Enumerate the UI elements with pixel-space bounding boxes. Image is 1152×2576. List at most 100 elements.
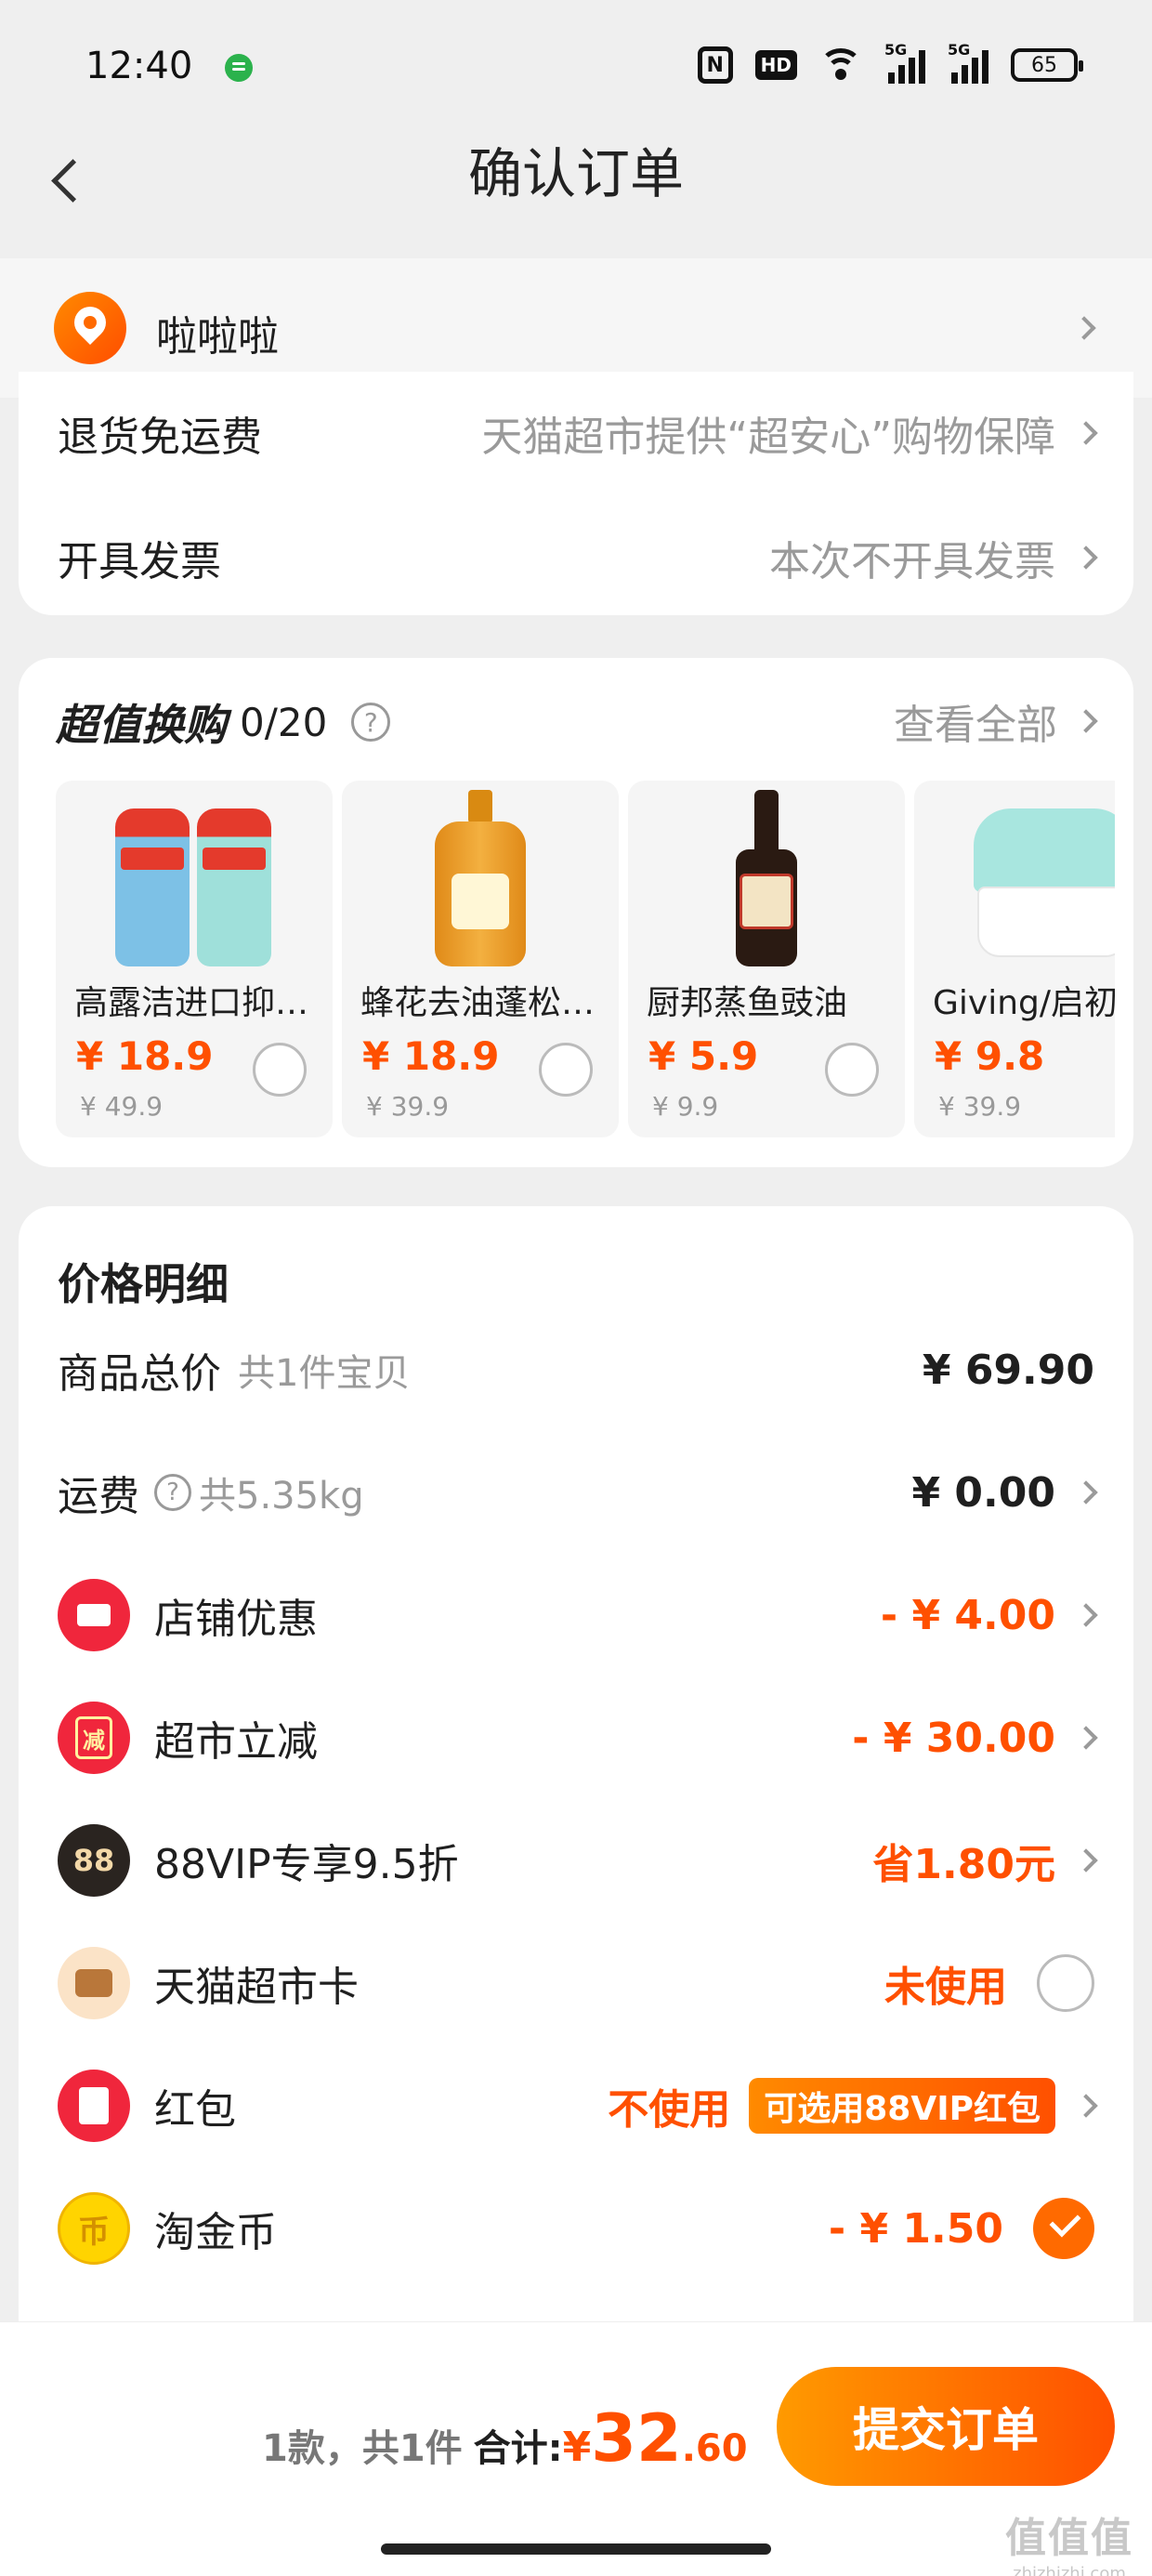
select-radio[interactable] — [253, 1043, 307, 1097]
product-name: Giving/启初 — [933, 984, 1115, 1022]
swap-product-card[interactable]: 厨邦蒸鱼豉油 ¥ 5.9 ¥ 9.9 — [628, 781, 905, 1137]
product-price: ¥ 18.9 — [362, 1033, 500, 1079]
return-shipping-label: 退货免运费 — [58, 414, 262, 461]
gold-coin-label: 淘金币 — [154, 2209, 277, 2256]
vip-88-icon: 88 — [58, 1824, 130, 1897]
product-price: ¥ 18.9 — [76, 1033, 214, 1079]
view-all-label: 查看全部 — [894, 702, 1057, 749]
gold-coin-amount: - ¥ 1.50 — [828, 2204, 1003, 2253]
goods-count: 共1件宝贝 — [238, 1352, 411, 1395]
shipping-row[interactable]: 运费 ? 共5.35kg ¥ 0.00 — [58, 1455, 1098, 1530]
order-summary: 1款，共1件 合计: ¥ 32 .60 — [262, 2400, 748, 2477]
status-icons: N HD 5G 5G 65 — [697, 41, 1083, 84]
shipping-weight: 共5.35kg — [199, 1475, 364, 1518]
market-cut-amount: - ¥ 30.00 — [852, 1714, 1055, 1762]
nfc-icon: N — [697, 46, 733, 84]
swap-product-list[interactable]: 高露洁进口抑菌漱口水 ¥ 18.9 ¥ 49.9 蜂花去油蓬松洗发露 ¥ 18.… — [56, 781, 1115, 1143]
reduce-badge-icon: 减 — [58, 1702, 130, 1774]
shop-discount-label: 店铺优惠 — [154, 1596, 318, 1643]
vip-red-packet-tag[interactable]: 可选用88VIP红包 — [749, 2078, 1055, 2134]
market-cut-row[interactable]: 减 超市立减 - ¥ 30.00 — [58, 1701, 1098, 1775]
chevron-right-icon — [1074, 709, 1098, 733]
red-packet-status: 不使用 — [608, 2086, 731, 2134]
service-card: 退货免运费 天猫超市提供“超安心”购物保障 开具发票 本次不开具发票 — [19, 372, 1133, 615]
vip-discount-label: 88VIP专享9.5折 — [154, 1841, 459, 1888]
invoice-row[interactable]: 开具发票 本次不开具发票 — [58, 530, 1098, 585]
product-original-price: ¥ 39.9 — [938, 1091, 1022, 1122]
chevron-right-icon — [1072, 316, 1096, 340]
product-original-price: ¥ 49.9 — [80, 1091, 164, 1122]
product-price: ¥ 9.8 — [935, 1033, 1045, 1079]
mouthwash-image — [106, 790, 282, 966]
product-price: ¥ 5.9 — [648, 1033, 759, 1079]
submit-order-button[interactable]: 提交订单 — [777, 2367, 1115, 2486]
chevron-right-icon — [1074, 1603, 1098, 1627]
shampoo-image — [429, 790, 531, 966]
battery-icon: 65 — [1011, 48, 1083, 82]
market-card-row[interactable]: 天猫超市卡 未使用 — [58, 1946, 1094, 2020]
baby-cream-image — [974, 790, 1115, 966]
swap-count: 0/20 — [240, 699, 328, 745]
soy-sauce-image — [734, 790, 799, 966]
red-packet-row[interactable]: 红包 不使用 可选用88VIP红包 — [58, 2069, 1098, 2143]
select-radio[interactable] — [825, 1043, 879, 1097]
swap-product-card[interactable]: 高露洁进口抑菌漱口水 ¥ 18.9 ¥ 49.9 — [56, 781, 333, 1137]
wifi-icon — [819, 46, 862, 84]
item-count: 1款，共1件 — [262, 2427, 463, 2470]
vip-discount-amount: 省1.80元 — [872, 1841, 1055, 1888]
help-icon[interactable]: ? — [154, 1474, 191, 1511]
chevron-right-icon — [1074, 545, 1098, 570]
product-name: 蜂花去油蓬松洗发露 — [360, 984, 609, 1022]
shop-discount-row[interactable]: 店铺优惠 - ¥ 4.00 — [58, 1578, 1098, 1652]
gift-card-icon — [58, 1947, 130, 2019]
status-time: 12:40 — [85, 45, 193, 87]
coupon-ticket-icon — [58, 1579, 130, 1651]
vip-discount-row[interactable]: 88 88VIP专享9.5折 省1.80元 — [58, 1823, 1098, 1898]
swap-deals-card: 超值换购 0/20 ? 查看全部 高露洁进口抑菌漱口水 ¥ 18.9 ¥ 49.… — [19, 658, 1133, 1167]
price-detail-title: 价格明细 — [58, 1259, 229, 1309]
checked-circle-icon[interactable] — [1033, 2198, 1094, 2259]
price-detail-card: 价格明细 商品总价 共1件宝贝 ¥ 69.90 运费 ? 共5.35kg ¥ 0… — [19, 1206, 1133, 2321]
market-cut-label: 超市立减 — [154, 1718, 318, 1766]
invoice-value: 本次不开具发票 — [769, 538, 1055, 585]
goods-total-amount: ¥ 69.90 — [922, 1346, 1094, 1394]
page-title: 确认订单 — [467, 142, 684, 205]
home-indicator[interactable] — [381, 2543, 771, 2555]
red-packet-icon — [58, 2070, 130, 2142]
location-pin-icon — [54, 292, 126, 364]
chevron-right-icon — [1074, 1726, 1098, 1750]
status-bar: 12:40 N HD 5G 5G 65 — [0, 0, 1152, 139]
goods-total-row: 商品总价 共1件宝贝 ¥ 69.90 — [58, 1333, 1094, 1407]
chevron-right-icon — [1074, 1848, 1098, 1873]
hd-voice-icon: HD — [754, 50, 797, 80]
red-packet-label: 红包 — [154, 2086, 236, 2134]
goods-total-label: 商品总价 — [58, 1350, 221, 1398]
currency-symbol: ¥ — [562, 2424, 592, 2471]
gold-coin-row[interactable]: 币 淘金币 - ¥ 1.50 — [58, 2191, 1094, 2266]
swap-title: 超值换购 — [56, 700, 227, 750]
market-card-status: 未使用 — [884, 1964, 1007, 2011]
chevron-right-icon — [1074, 1480, 1098, 1505]
return-shipping-row[interactable]: 退货免运费 天猫超市提供“超安心”购物保障 — [58, 405, 1098, 461]
help-icon[interactable]: ? — [351, 703, 391, 742]
invoice-label: 开具发票 — [58, 538, 221, 585]
chevron-right-icon — [1074, 2094, 1098, 2118]
swap-product-card[interactable]: 蜂花去油蓬松洗发露 ¥ 18.9 ¥ 39.9 — [342, 781, 619, 1137]
product-original-price: ¥ 39.9 — [366, 1091, 450, 1122]
product-original-price: ¥ 9.9 — [652, 1091, 719, 1122]
return-shipping-value: 天猫超市提供“超安心”购物保障 — [481, 414, 1055, 461]
market-card-label: 天猫超市卡 — [154, 1964, 359, 2011]
address-name: 啦啦啦 — [156, 313, 279, 361]
select-circle[interactable] — [1037, 1954, 1094, 2012]
gold-coin-icon: 币 — [58, 2192, 130, 2265]
spotify-icon — [225, 54, 253, 82]
total-label: 合计: — [473, 2427, 563, 2470]
select-radio[interactable] — [539, 1043, 593, 1097]
watermark: 值值值 zhizhizhi.com — [1005, 2515, 1133, 2576]
signal-icon-1: 5G — [884, 41, 925, 84]
shipping-label: 运费 — [58, 1473, 139, 1520]
total-integer: 32 — [591, 2400, 682, 2477]
swap-product-card[interactable]: Giving/启初 ¥ 9.8 ¥ 39.9 — [914, 781, 1115, 1137]
view-all-link[interactable]: 查看全部 — [894, 691, 1098, 751]
page-header: 确认订单 — [0, 121, 1152, 251]
